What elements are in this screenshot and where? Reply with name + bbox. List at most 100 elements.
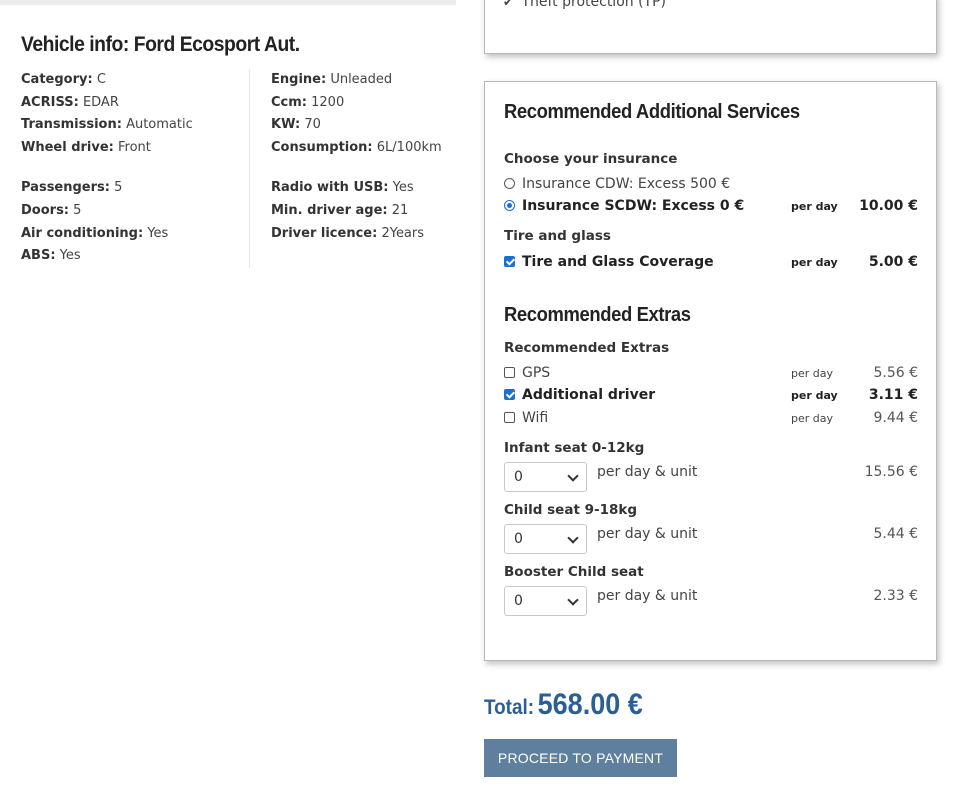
total-label: Total: (484, 696, 535, 719)
checkbox-checked[interactable] (504, 256, 515, 267)
per-day-label: per day (791, 412, 834, 425)
spec-abs: ABS: Yes (21, 245, 249, 268)
radio-button-selected[interactable] (504, 200, 515, 211)
page: Vehicle info: Ford Ecosport Aut. Categor… (0, 0, 954, 789)
seat-price: 2.33 € (873, 588, 918, 604)
total-price: Total: 568.00 € (484, 688, 643, 722)
spec-kw: KW: 70 (271, 114, 442, 137)
booster-seat-label: Booster Child seat (504, 564, 644, 580)
spec-value: 70 (304, 117, 321, 133)
booster-seat-select[interactable]: 0 (504, 586, 587, 616)
vehicle-title: Vehicle info: Ford Ecosport Aut. (21, 33, 300, 56)
extra-additional-driver[interactable]: Additional driver per day 3.11 € (504, 385, 918, 405)
spec-ccm: Ccm: 1200 (271, 92, 442, 115)
per-unit-label: per day & unit (597, 464, 698, 480)
spec-value: Yes (59, 248, 81, 264)
spec-radio-usb: Radio with USB: Yes (271, 177, 442, 200)
spec-label: Transmission: (21, 117, 122, 133)
radio-button[interactable] (504, 178, 515, 189)
spec-value: 21 (391, 202, 409, 218)
spec-value: Yes (392, 180, 414, 196)
checkbox-checked[interactable] (504, 389, 515, 400)
spec-air-conditioning: Air conditioning: Yes (21, 223, 249, 246)
spec-value: 2Years (381, 225, 425, 241)
protection-item: ✔ Theft protection (TP) (503, 0, 918, 11)
spec-label: Min. driver age: (271, 202, 388, 218)
tire-glass-option[interactable]: Tire and Glass Coverage per day 5.00 € (504, 252, 918, 272)
spec-doors: Doors: 5 (21, 200, 249, 223)
spec-gap (271, 159, 442, 177)
checkbox[interactable] (504, 367, 515, 378)
select-value: 0 (514, 531, 523, 547)
extra-price: 9.44 € (873, 410, 918, 426)
child-seat-select[interactable]: 0 (504, 524, 587, 554)
insurance-option-label: Insurance CDW: Excess 500 € (522, 176, 731, 192)
spec-category: Category: C (21, 69, 249, 92)
spec-label: Wheel drive: (21, 139, 114, 155)
spec-value: 6L/100km (376, 139, 442, 155)
checkmark-icon: ✔ (503, 0, 514, 9)
services-heading: Recommended Additional Services (504, 101, 800, 123)
proceed-to-payment-button[interactable]: PROCEED TO PAYMENT (484, 739, 677, 777)
select-value: 0 (514, 593, 523, 609)
seat-price: 15.56 € (864, 464, 918, 480)
vehicle-specs: Category: C ACRISS: EDAR Transmission: A… (21, 69, 456, 268)
per-day-label: per day (791, 389, 838, 402)
total-amount: 568.00 € (537, 688, 643, 721)
child-seat-label: Child seat 9-18kg (504, 502, 638, 518)
per-day-label: per day (791, 256, 838, 269)
per-unit-label: per day & unit (597, 526, 698, 542)
protection-card: ✔ Theft protection (TP) (484, 0, 937, 54)
insurance-option-scdw[interactable]: Insurance SCDW: Excess 0 € per day 10.00… (504, 196, 918, 216)
spec-value: Front (118, 139, 151, 155)
spec-value: Yes (147, 225, 169, 241)
insurance-price: 10.00 € (859, 198, 918, 214)
spec-acriss: ACRISS: EDAR (21, 92, 249, 115)
spec-transmission: Transmission: Automatic (21, 114, 249, 137)
spec-min-driver-age: Min. driver age: 21 (271, 200, 442, 223)
spec-label: ABS: (21, 248, 56, 264)
spec-value: C (96, 72, 106, 87)
seat-price: 5.44 € (873, 526, 918, 542)
extra-price: 3.11 € (868, 387, 918, 403)
spec-label: ACRISS: (21, 94, 79, 110)
spec-engine: Engine: Unleaded (271, 69, 442, 92)
extras-group-label: Recommended Extras (504, 340, 670, 356)
infant-seat-label: Infant seat 0-12kg (504, 440, 645, 456)
extra-price: 5.56 € (873, 365, 918, 381)
infant-seat-select[interactable]: 0 (504, 462, 587, 492)
spec-value: 5 (114, 180, 123, 196)
checkbox[interactable] (504, 412, 515, 423)
spec-value: 5 (73, 202, 82, 218)
chevron-down-icon (567, 532, 579, 544)
spec-gap (21, 159, 249, 177)
spec-value: Unleaded (330, 72, 393, 87)
insurance-group-label: Choose your insurance (504, 151, 678, 167)
spec-label: Doors: (21, 202, 70, 218)
spec-driver-licence: Driver licence: 2Years (271, 223, 442, 246)
select-value: 0 (514, 469, 523, 485)
chevron-down-icon (567, 470, 579, 482)
tire-group-label: Tire and glass (504, 228, 611, 244)
spec-label: Radio with USB: (271, 180, 389, 196)
per-unit-label: per day & unit (597, 588, 698, 604)
tire-option-label: Tire and Glass Coverage (522, 254, 714, 270)
insurance-option-cdw[interactable]: Insurance CDW: Excess 500 € (504, 174, 918, 194)
additional-services-card: Recommended Additional Services Choose y… (484, 81, 937, 661)
spec-consumption: Consumption: 6L/100km (271, 137, 442, 160)
extra-gps[interactable]: GPS per day 5.56 € (504, 363, 918, 383)
spec-label: Category: (21, 72, 93, 87)
spec-label: Air conditioning: (21, 225, 144, 241)
spec-label: Consumption: (271, 139, 373, 155)
spec-passengers: Passengers: 5 (21, 177, 249, 200)
per-day-label: per day (791, 367, 834, 380)
per-day-label: per day (791, 200, 838, 213)
spec-column-right: Engine: Unleaded Ccm: 1200 KW: 70 Consum… (250, 69, 442, 268)
infant-seat-row: 0 per day & unit 15.56 € (504, 462, 918, 492)
spec-label: Driver licence: (271, 225, 378, 241)
spec-wheel-drive: Wheel drive: Front (21, 137, 249, 160)
spec-value: EDAR (82, 94, 119, 110)
spec-value: 1200 (311, 94, 345, 110)
extra-wifi[interactable]: Wifi per day 9.44 € (504, 408, 918, 428)
spec-column-left: Category: C ACRISS: EDAR Transmission: A… (21, 69, 250, 268)
